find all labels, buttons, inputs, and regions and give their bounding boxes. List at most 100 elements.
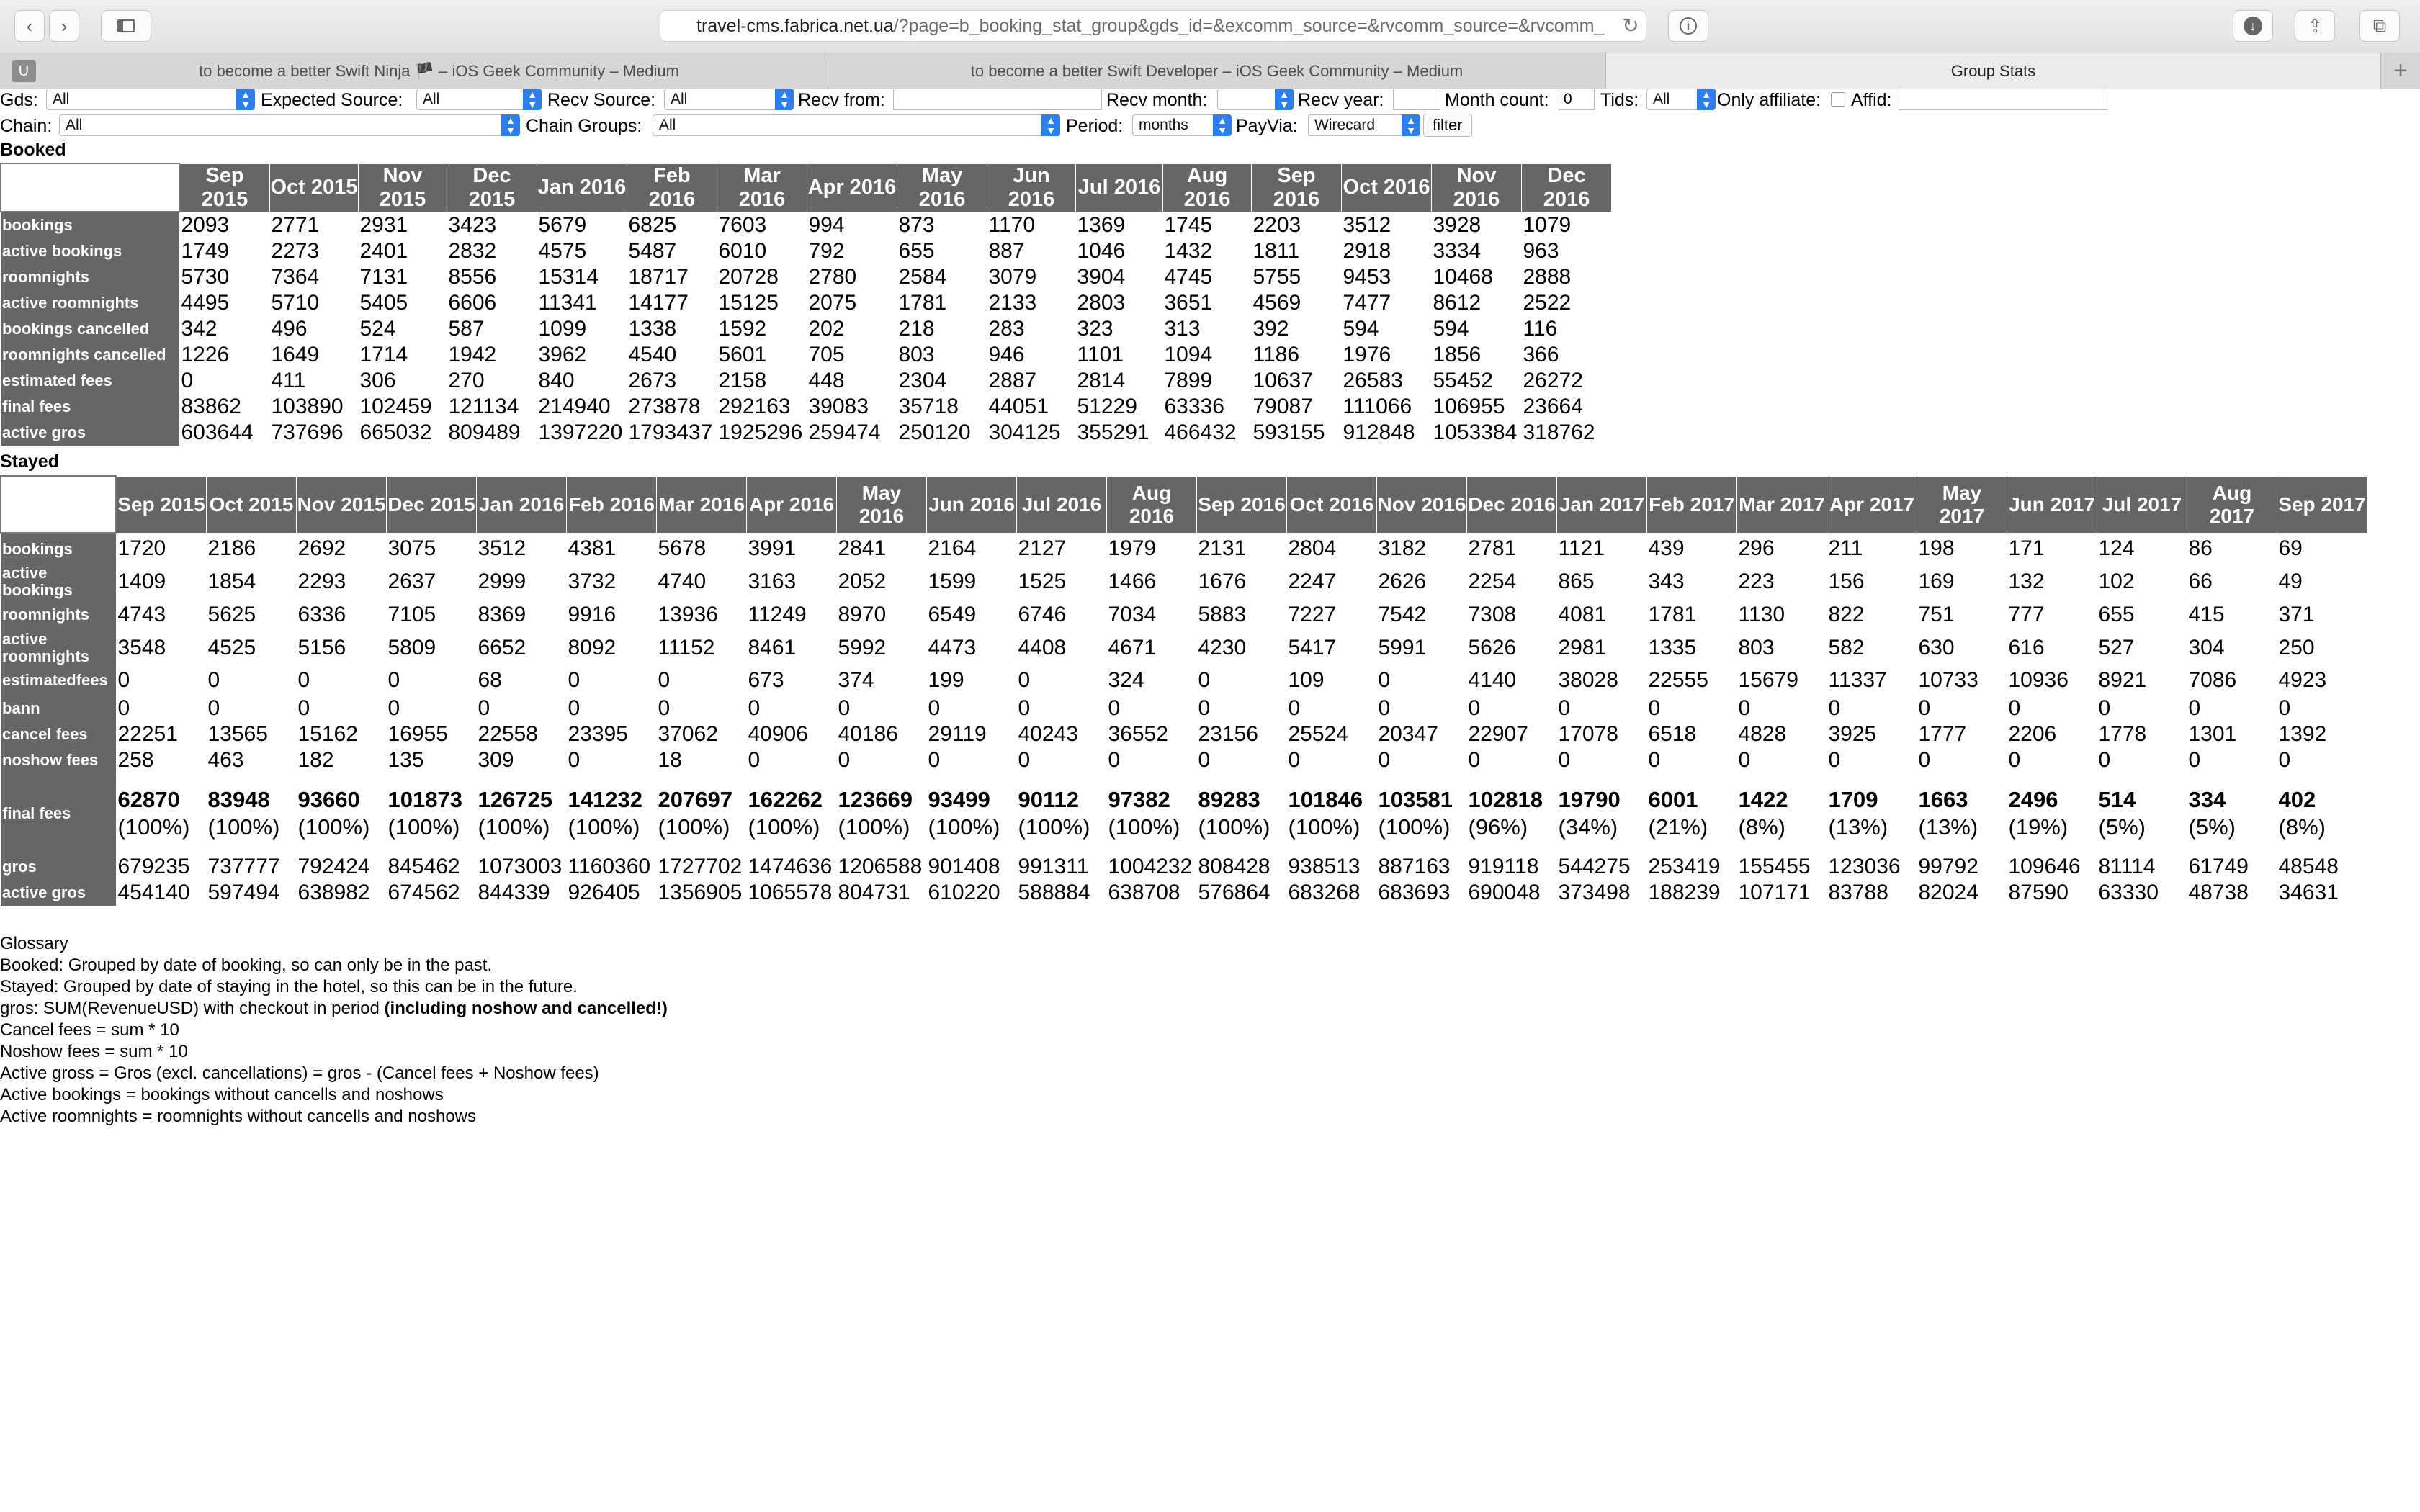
table-cell: 40186 <box>838 722 898 746</box>
tabs-overview-button[interactable]: ⧉ <box>2360 10 2400 42</box>
pinned-tab-icon[interactable]: U <box>12 60 36 82</box>
expected-source-select[interactable]: All ▲ ▼ <box>416 89 542 110</box>
table-cell: 901408 <box>928 855 1000 878</box>
share-button[interactable]: ⇪ <box>2295 10 2335 42</box>
table-cell: 4381 <box>568 536 617 561</box>
recv-source-select[interactable]: All ▲ ▼ <box>664 89 794 110</box>
tids-select[interactable]: All ▲ ▼ <box>1646 89 1716 110</box>
table-cell: 840 <box>538 369 575 392</box>
expected-source-label: Expected Source: <box>261 90 403 110</box>
table-cell: 845462 <box>387 855 460 878</box>
table-cell: 0 <box>928 696 941 720</box>
back-button[interactable]: ‹ <box>14 10 45 42</box>
month-header: Oct 2016 <box>1286 475 1377 534</box>
final-fee-cell: 2496 (19%) <box>2007 773 2097 854</box>
table-cell: 1099 <box>538 317 587 341</box>
browser-toolbar: ‹ › travel-cms.fabrica.net.ua/?page=b_bo… <box>0 0 2420 53</box>
gds-select-value: All <box>53 91 70 107</box>
new-tab-button[interactable]: + <box>2380 53 2420 89</box>
table-cell: 0 <box>1108 748 1121 772</box>
gds-select[interactable]: All ▲ ▼ <box>46 89 255 110</box>
final-fee-value: 514 <box>2098 787 2136 812</box>
payvia-select[interactable]: Wirecard ▲ ▼ <box>1308 114 1420 136</box>
final-fee-percent: (100%) <box>1198 814 1270 840</box>
table-cell: 250 <box>2278 636 2315 660</box>
recv-month-select[interactable]: ▲ ▼ <box>1217 89 1294 110</box>
month-count-input[interactable]: 0 <box>1559 89 1595 110</box>
table-cell: 273878 <box>628 395 701 418</box>
table-row: roomnights 4743 5625 6336 7105 8369 9916 13936 1… <box>1 599 2367 631</box>
table-cell: 223 <box>1738 570 1775 593</box>
table-cell: 8612 <box>1433 291 1482 315</box>
month-header: Aug 2016 <box>1106 475 1197 534</box>
table-cell: 1073003 <box>478 855 563 878</box>
table-cell: 40906 <box>748 722 808 746</box>
period-select[interactable]: months ▲ ▼ <box>1132 114 1232 136</box>
table-cell: 371 <box>2278 603 2315 626</box>
table-cell: 20347 <box>1378 722 1438 746</box>
forward-button[interactable]: › <box>49 10 79 42</box>
reader-button[interactable]: i <box>1668 10 1708 42</box>
tab-swift-developer[interactable]: to become a better Swift Developer – iOS… <box>828 53 1606 89</box>
row-label: bookings <box>1 212 180 238</box>
address-bar[interactable]: travel-cms.fabrica.net.ua/?page=b_bookin… <box>660 10 1646 42</box>
chain-groups-select[interactable]: All ▲ ▼ <box>653 114 1060 136</box>
final-fee-percent: (5%) <box>2098 814 2146 840</box>
download-icon: ↓ <box>2244 17 2262 35</box>
final-fee-cell: 126725 (100%) <box>477 773 567 854</box>
table-cell: 803 <box>1738 636 1775 660</box>
final-fee-percent: (21%) <box>1648 814 1708 840</box>
table-cell: 919118 <box>1468 855 1539 878</box>
filter-button[interactable]: filter <box>1423 114 1472 137</box>
table-cell: 4745 <box>1164 265 1213 289</box>
table-cell: 5730 <box>181 265 230 289</box>
sidebar-toggle-button[interactable] <box>101 10 151 42</box>
affid-input[interactable] <box>1899 89 2107 110</box>
table-cell: 6746 <box>1018 603 1067 626</box>
table-cell: 0 <box>2098 748 2111 772</box>
month-header: Sep 2017 <box>2277 475 2367 534</box>
final-fee-cell: 1709 (13%) <box>1827 773 1917 854</box>
table-cell: 0 <box>1918 748 1931 772</box>
month-header: Aug 2016 <box>1162 163 1252 212</box>
table-cell: 29119 <box>928 722 987 746</box>
table-cell: 253419 <box>1648 855 1721 878</box>
month-header: May 2016 <box>897 163 987 212</box>
month-header: Mar 2016 <box>656 475 747 534</box>
table-corner <box>0 475 117 534</box>
table-cell: 1206588 <box>838 855 923 878</box>
table-cell: 6606 <box>448 291 497 315</box>
table-cell: 1778 <box>2098 722 2147 746</box>
table-cell: 15125 <box>718 291 779 315</box>
table-cell: 0 <box>1378 668 1391 692</box>
table-cell: 306 <box>359 369 396 392</box>
tab-group-stats[interactable]: Group Stats <box>1606 53 2381 89</box>
table-cell: 0 <box>1018 748 1031 772</box>
reload-icon[interactable]: ↻ <box>1616 12 1645 40</box>
table-cell: 37062 <box>658 722 718 746</box>
table-cell: 2254 <box>1468 570 1517 593</box>
table-cell: 808428 <box>1198 855 1270 878</box>
recv-from-input[interactable] <box>893 89 1102 110</box>
table-cell: 737696 <box>271 420 344 444</box>
table-cell: 135 <box>387 748 424 772</box>
table-cell: 527 <box>2098 636 2135 660</box>
table-cell: 1226 <box>181 343 230 366</box>
table-cell: 0 <box>748 696 761 720</box>
only-affiliate-checkbox[interactable] <box>1831 92 1845 107</box>
table-cell: 51229 <box>1077 395 1137 418</box>
tab-swift-ninja[interactable]: to become a better Swift Ninja 🏴 – iOS G… <box>50 53 828 89</box>
table-cell: 2093 <box>181 212 230 237</box>
table-cell: 36552 <box>1108 722 1168 746</box>
table-cell: 2673 <box>628 369 677 392</box>
downloads-button[interactable]: ↓ <box>2233 10 2273 42</box>
recv-year-input[interactable] <box>1393 89 1440 110</box>
final-fee-cell: 97382 (100%) <box>1107 773 1197 854</box>
month-header: Sep 2015 <box>179 163 270 212</box>
table-cell: 20728 <box>718 265 779 289</box>
url-host: travel-cms.fabrica.net.ua <box>696 16 894 36</box>
table-cell: 2841 <box>838 536 887 561</box>
chain-select[interactable]: All ▲ ▼ <box>59 114 520 136</box>
table-cell: 938513 <box>1288 855 1361 878</box>
final-fee-percent: (100%) <box>207 814 280 840</box>
